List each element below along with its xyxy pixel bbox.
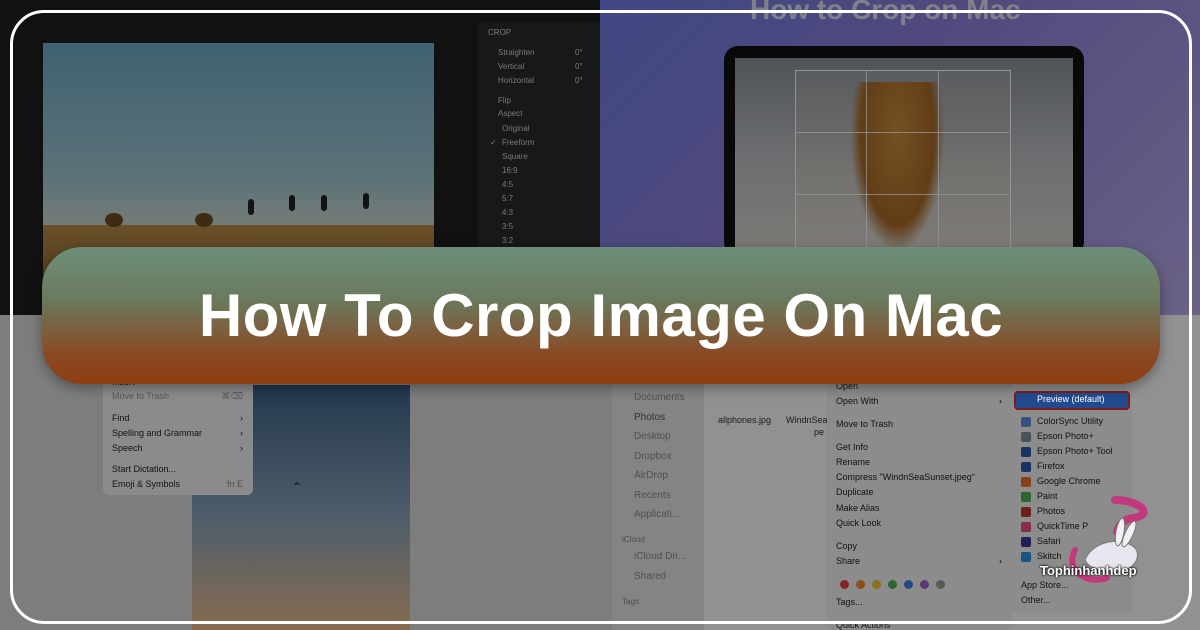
colorsync-icon: [1021, 417, 1031, 427]
app-chrome[interactable]: Google Chrome: [1037, 476, 1101, 486]
dog-photo: [850, 82, 945, 252]
app-colorsync[interactable]: ColorSync Utility: [1037, 416, 1103, 426]
aspect-freeform[interactable]: Freeform: [502, 138, 534, 147]
tag-red[interactable]: [840, 580, 849, 589]
sidebar-item-desktop[interactable]: Desktop: [634, 431, 671, 442]
ctx-make-alias[interactable]: Make Alias: [836, 503, 880, 513]
aspect-5-7[interactable]: 5:7: [502, 194, 513, 203]
sidebar-item-documents[interactable]: Documents: [634, 392, 685, 403]
horizontal-label: Horizontal: [498, 76, 535, 85]
vertical-value: 0°: [575, 62, 583, 71]
photos-icon: [1021, 507, 1031, 517]
ctx-share[interactable]: Share: [836, 556, 860, 566]
aspect-4-5[interactable]: 4:5: [502, 180, 513, 189]
menu-move-to-trash[interactable]: Move to Trash: [112, 391, 169, 401]
quicktime-icon: [1021, 522, 1031, 532]
tag-yellow[interactable]: [872, 580, 881, 589]
menu-speech[interactable]: Speech: [112, 443, 143, 453]
sidebar-item-icloud-drive[interactable]: iCloud Dri...: [634, 551, 686, 562]
ctx-get-info[interactable]: Get Info: [836, 442, 868, 452]
sidebar-item-airdrop[interactable]: AirDrop: [634, 470, 668, 481]
tag-green[interactable]: [888, 580, 897, 589]
aspect-3-5[interactable]: 3:5: [502, 222, 513, 231]
bird-icon: ⌃: [292, 480, 303, 494]
ctx-rename[interactable]: Rename: [836, 457, 870, 467]
checkmark-icon: ✓: [490, 138, 497, 147]
emoji-shortcut: fn E: [226, 479, 243, 489]
watermark-text: Tophinhanhdep: [1040, 563, 1137, 578]
menu-find[interactable]: Find: [112, 413, 130, 423]
title-banner: How To Crop Image On Mac: [42, 247, 1160, 384]
sidebar-item-applications[interactable]: Applicati...: [634, 509, 680, 520]
paint-icon: [1021, 492, 1031, 502]
ctx-copy[interactable]: Copy: [836, 541, 857, 551]
app-epson-photo-tool[interactable]: Epson Photo+ Tool: [1037, 446, 1113, 456]
sidebar-section-tags: Tags: [622, 597, 639, 606]
ctx-quick-look[interactable]: Quick Look: [836, 518, 881, 528]
epson-icon: [1021, 432, 1031, 442]
ctx-tags[interactable]: Tags...: [836, 597, 863, 607]
sidebar-item-dropbox[interactable]: Dropbox: [634, 451, 672, 462]
tr-heading: How to Crop on Mac: [750, 0, 1021, 25]
ctx-move-to-trash[interactable]: Move to Trash: [836, 419, 893, 429]
ctx-quick-actions[interactable]: Quick Actions: [836, 620, 891, 630]
banner-title: How To Crop Image On Mac: [198, 282, 1004, 349]
chevron-right-icon: ›: [999, 556, 1002, 566]
file-allphones[interactable]: allphones.jpg: [718, 415, 771, 425]
sidebar-section-icloud: iCloud: [622, 535, 645, 544]
straighten-label: Straighten: [498, 48, 535, 57]
app-epson-photo[interactable]: Epson Photo+: [1037, 431, 1094, 441]
tag-gray[interactable]: [936, 580, 945, 589]
menu-start-dictation[interactable]: Start Dictation...: [112, 464, 176, 474]
rabbit-logo-icon: [1069, 496, 1148, 583]
file-windnsea[interactable]: WindnSea: [786, 415, 828, 425]
aspect-square[interactable]: Square: [502, 152, 528, 161]
chevron-right-icon: ›: [240, 428, 243, 438]
menu-emoji-symbols[interactable]: Emoji & Symbols: [112, 479, 180, 489]
file-windnsea-line2: pe: [814, 427, 825, 437]
flip-option[interactable]: Flip: [498, 96, 511, 105]
straighten-value: 0°: [575, 48, 583, 57]
skitch-icon: [1021, 552, 1031, 562]
crop-header: CROP: [488, 28, 512, 37]
vertical-label: Vertical: [498, 62, 525, 71]
sidebar-item-recents[interactable]: Recents: [634, 490, 671, 501]
safari-icon: [1021, 537, 1031, 547]
epson-tool-icon: [1021, 447, 1031, 457]
file-context-menu: Open Open With › Move to Trash Get Info …: [827, 375, 1012, 630]
chevron-right-icon: ›: [999, 396, 1002, 406]
aspect-4-3[interactable]: 4:3: [502, 208, 513, 217]
chevron-right-icon: ›: [240, 443, 243, 453]
aspect-original[interactable]: Original: [502, 124, 530, 133]
sidebar-item-shared[interactable]: Shared: [634, 571, 666, 582]
tag-orange[interactable]: [856, 580, 865, 589]
firefox-icon: [1021, 462, 1031, 472]
tag-purple[interactable]: [920, 580, 929, 589]
app-preview[interactable]: Preview (default): [1037, 394, 1105, 404]
chevron-right-icon: ›: [240, 413, 243, 423]
horizontal-value: 0°: [575, 76, 583, 85]
ctx-open-with[interactable]: Open With: [836, 396, 879, 406]
aspect-option[interactable]: Aspect: [498, 109, 522, 118]
app-firefox[interactable]: Firefox: [1037, 461, 1065, 471]
aspect-16-9[interactable]: 16:9: [502, 166, 518, 175]
ctx-duplicate[interactable]: Duplicate: [836, 487, 874, 497]
ctx-compress[interactable]: Compress "WindnSeaSunset.jpeg": [836, 472, 975, 482]
menu-spelling[interactable]: Spelling and Grammar: [112, 428, 202, 438]
trash-shortcut: ⌘⌫: [221, 391, 243, 401]
tag-blue[interactable]: [904, 580, 913, 589]
sidebar-item-photos[interactable]: Photos: [634, 412, 665, 423]
chrome-icon: [1021, 477, 1031, 487]
aspect-3-2[interactable]: 3:2: [502, 236, 513, 245]
